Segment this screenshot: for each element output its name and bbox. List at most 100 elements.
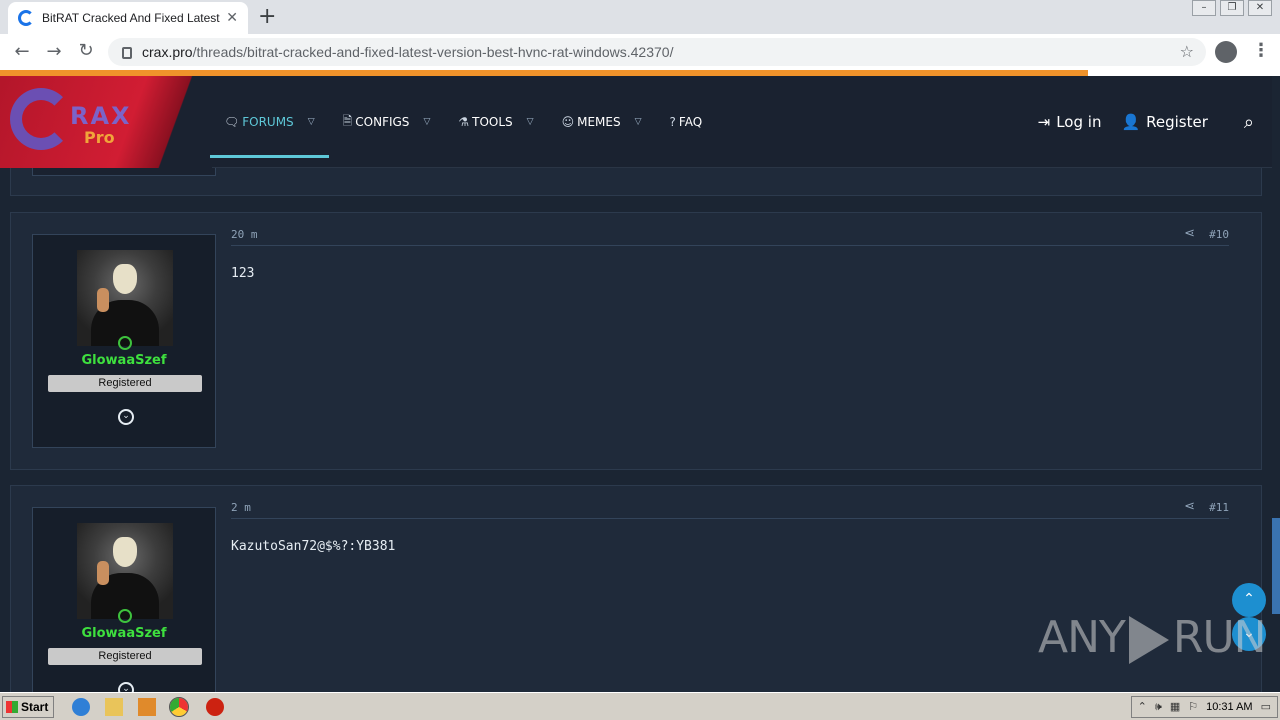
post-message: KazutoSan72@$%?:YB381	[231, 539, 396, 554]
register-label: Register	[1146, 113, 1208, 131]
chevron-down-icon[interactable]: ▽	[527, 117, 534, 127]
post-card: GlowaaSzef Registered ⌄ 20 m ⋖ #10 123	[10, 212, 1262, 470]
minimize-icon[interactable]: –	[1192, 0, 1216, 16]
username[interactable]: GlowaaSzef	[33, 626, 215, 641]
tray-expand-icon[interactable]: ⌃	[1138, 697, 1147, 717]
nav-label: TOOLS	[472, 115, 513, 129]
system-tray: ⌃ 🕪 ▦ ⚐ 10:31 AM ▭	[1130, 696, 1278, 718]
post-message: 123	[231, 266, 255, 281]
username[interactable]: GlowaaSzef	[33, 353, 215, 368]
nav-tools[interactable]: ⚗ TOOLS ▽	[444, 76, 547, 168]
post-meta: 2 m ⋖ #11	[231, 499, 1229, 519]
window-controls: – ❐ ✕	[1192, 0, 1272, 16]
tab-close-icon[interactable]: ✕	[226, 10, 238, 26]
user-role-badge: Registered	[48, 375, 202, 392]
forward-icon[interactable]: →	[38, 41, 70, 62]
chevron-down-icon[interactable]: ▽	[635, 117, 642, 127]
online-status-icon	[118, 336, 132, 350]
windows-taskbar: Start ⌃ 🕪 ▦ ⚐ 10:31 AM ▭	[0, 692, 1280, 720]
ie-icon[interactable]	[72, 698, 90, 716]
share-icon[interactable]: ⋖	[1184, 226, 1195, 241]
user-card: GlowaaSzef Registered ⌄	[32, 507, 216, 692]
reload-icon[interactable]: ↻	[70, 40, 102, 61]
post-number[interactable]: #11	[1209, 501, 1229, 514]
show-desktop-icon[interactable]: ▭	[1261, 697, 1271, 717]
post-number[interactable]: #10	[1209, 228, 1229, 241]
online-status-icon	[118, 609, 132, 623]
close-window-icon[interactable]: ✕	[1248, 0, 1272, 16]
nav-label: MEMES	[577, 115, 621, 129]
nav-forums[interactable]: 🗨 FORUMS ▽	[210, 76, 329, 168]
login-label: Log in	[1056, 113, 1102, 131]
nav-label: FAQ	[678, 115, 703, 129]
chevron-down-icon[interactable]: ▽	[308, 117, 315, 127]
post-meta: 20 m ⋖ #10	[231, 226, 1229, 246]
register-link[interactable]: 👤 Register	[1121, 113, 1207, 131]
lock-icon	[122, 47, 132, 59]
user-card: GlowaaSzef Registered ⌄	[32, 234, 216, 448]
anyrun-watermark: ANY RUN	[1038, 612, 1267, 664]
auth-links: ⇥ Log in 👤 Register ⌕	[1038, 76, 1254, 168]
main-nav: 🗨 FORUMS ▽ 🗎 CONFIGS ▽ ⚗ TOOLS ▽ ☺ MEMES ▽ ? FAQ	[210, 76, 716, 168]
question-icon: ?	[669, 115, 676, 129]
tab-favicon-icon	[18, 10, 34, 26]
menu-kebab-icon[interactable]: ⋮	[1252, 40, 1270, 61]
start-label: Start	[21, 700, 49, 714]
user-plus-icon: 👤	[1121, 113, 1141, 131]
explorer-folder-icon[interactable]	[105, 698, 123, 716]
logo-pro-text: Pro	[84, 128, 115, 147]
bookmark-star-icon[interactable]: ☆	[1180, 42, 1194, 61]
action-center-flag-icon[interactable]: ⚐	[1188, 697, 1198, 717]
browser-tab[interactable]: BitRAT Cracked And Fixed Latest Ve ✕	[8, 2, 248, 34]
clock[interactable]: 10:31 AM	[1206, 697, 1252, 717]
watermark-left: ANY	[1038, 612, 1126, 663]
file-icon: 🗎	[342, 113, 353, 128]
previous-user-card-edge	[32, 168, 216, 176]
nav-label: FORUMS	[242, 115, 294, 129]
nav-faq[interactable]: ? FAQ	[656, 76, 717, 168]
volume-icon[interactable]: 🕪	[1155, 697, 1162, 717]
browser-toolbar: ← → ↻ crax.pro/threads/bitrat-cracked-an…	[0, 34, 1280, 70]
scrollbar-thumb[interactable]	[1272, 518, 1280, 614]
page-scrollbar[interactable]	[1272, 76, 1280, 692]
windows-flag-icon	[6, 701, 18, 713]
expand-user-icon[interactable]: ⌄	[118, 682, 134, 692]
user-role-badge: Registered	[48, 648, 202, 665]
post-time[interactable]: 20 m	[231, 228, 258, 241]
chrome-icon[interactable]	[169, 697, 189, 717]
nav-label: CONFIGS	[355, 115, 410, 129]
restore-icon[interactable]: ❐	[1220, 0, 1244, 16]
browser-tab-strip: BitRAT Cracked And Fixed Latest Ve ✕ + –…	[0, 0, 1280, 34]
crax-pro-logo[interactable]: RAX Pro	[0, 76, 212, 168]
antivirus-icon[interactable]	[206, 698, 224, 716]
nav-memes[interactable]: ☺ MEMES ▽	[548, 76, 656, 168]
play-icon	[1128, 616, 1169, 664]
address-bar[interactable]: crax.pro/threads/bitrat-cracked-and-fixe…	[108, 38, 1206, 66]
chevron-down-icon[interactable]: ▽	[423, 117, 430, 127]
logo-rax-text: RAX	[70, 102, 132, 130]
watermark-right: RUN	[1172, 612, 1267, 663]
flask-icon: ⚗	[458, 115, 470, 129]
post-time[interactable]: 2 m	[231, 501, 251, 514]
site-header: RAX Pro 🗨 FORUMS ▽ 🗎 CONFIGS ▽ ⚗ TOOLS ▽ ☺ MEME…	[0, 76, 1272, 168]
masks-icon: ☺	[561, 115, 575, 129]
url-host: crax.pro	[142, 44, 193, 60]
back-icon[interactable]: ←	[6, 41, 38, 62]
sign-in-icon: ⇥	[1037, 113, 1051, 131]
chat-icon: 🗨	[224, 115, 240, 129]
avatar[interactable]	[77, 523, 173, 619]
network-icon[interactable]: ▦	[1170, 697, 1180, 717]
start-button[interactable]: Start	[2, 696, 54, 718]
logo-c-mark	[10, 88, 72, 150]
avatar[interactable]	[77, 250, 173, 346]
previous-post-edge	[10, 168, 1262, 196]
profile-avatar-icon[interactable]	[1215, 41, 1237, 63]
expand-user-icon[interactable]: ⌄	[118, 409, 134, 425]
media-player-icon[interactable]	[138, 698, 156, 716]
new-tab-button[interactable]: +	[258, 4, 276, 29]
search-icon[interactable]: ⌕	[1244, 112, 1254, 133]
share-icon[interactable]: ⋖	[1184, 499, 1195, 514]
login-link[interactable]: ⇥ Log in	[1038, 113, 1102, 131]
nav-configs[interactable]: 🗎 CONFIGS ▽	[329, 76, 445, 168]
url-path: /threads/bitrat-cracked-and-fixed-latest…	[192, 44, 674, 60]
